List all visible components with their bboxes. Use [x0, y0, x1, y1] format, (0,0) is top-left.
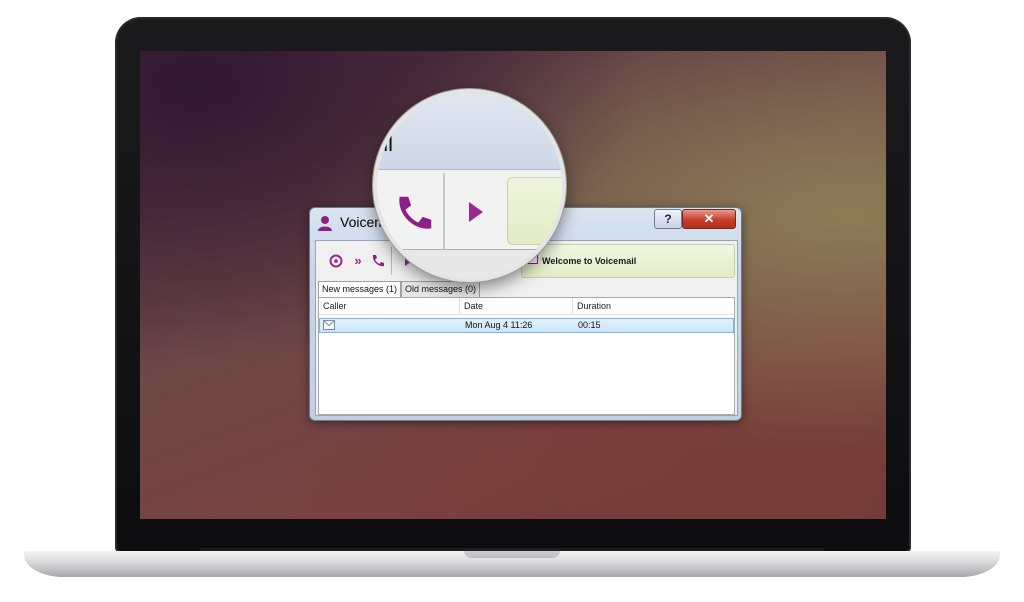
table-row[interactable]: Mon Aug 4 11:26 00:15 — [319, 318, 734, 333]
caller-cell — [320, 319, 461, 332]
column-date[interactable]: Date — [460, 298, 573, 314]
voicemail-user-icon — [318, 216, 332, 231]
stop-icon[interactable] — [328, 253, 344, 269]
list-header: Caller Date Duration — [319, 298, 734, 315]
laptop-base — [24, 551, 1000, 577]
tab-old-messages[interactable]: Old messages (0) — [401, 281, 481, 297]
laptop-notch — [464, 551, 560, 558]
magnified-separator — [443, 173, 445, 249]
magnifier-lens: ail — [373, 89, 566, 282]
column-caller[interactable]: Caller — [319, 298, 460, 314]
magnified-tab-strip — [377, 249, 562, 278]
date-cell: Mon Aug 4 11:26 — [465, 320, 533, 330]
magnified-play-icon — [469, 202, 483, 222]
magnified-welcome-banner — [507, 177, 562, 245]
envelope-icon — [323, 320, 335, 330]
messages-list: Caller Date Duration Mon Aug 4 11:26 00:… — [318, 297, 735, 415]
duration-cell: 00:15 — [578, 320, 601, 330]
tab-new-messages[interactable]: New messages (1) — [318, 281, 402, 298]
column-duration[interactable]: Duration — [573, 298, 734, 314]
forward-icon[interactable]: » — [350, 253, 366, 269]
close-button[interactable]: ✕ — [682, 209, 736, 229]
help-button[interactable]: ? — [654, 209, 682, 229]
magnified-phone-icon — [399, 196, 432, 229]
tab-strip: New messages (1) Old messages (0) — [316, 281, 737, 298]
magnified-title-bar: ail — [377, 93, 562, 169]
